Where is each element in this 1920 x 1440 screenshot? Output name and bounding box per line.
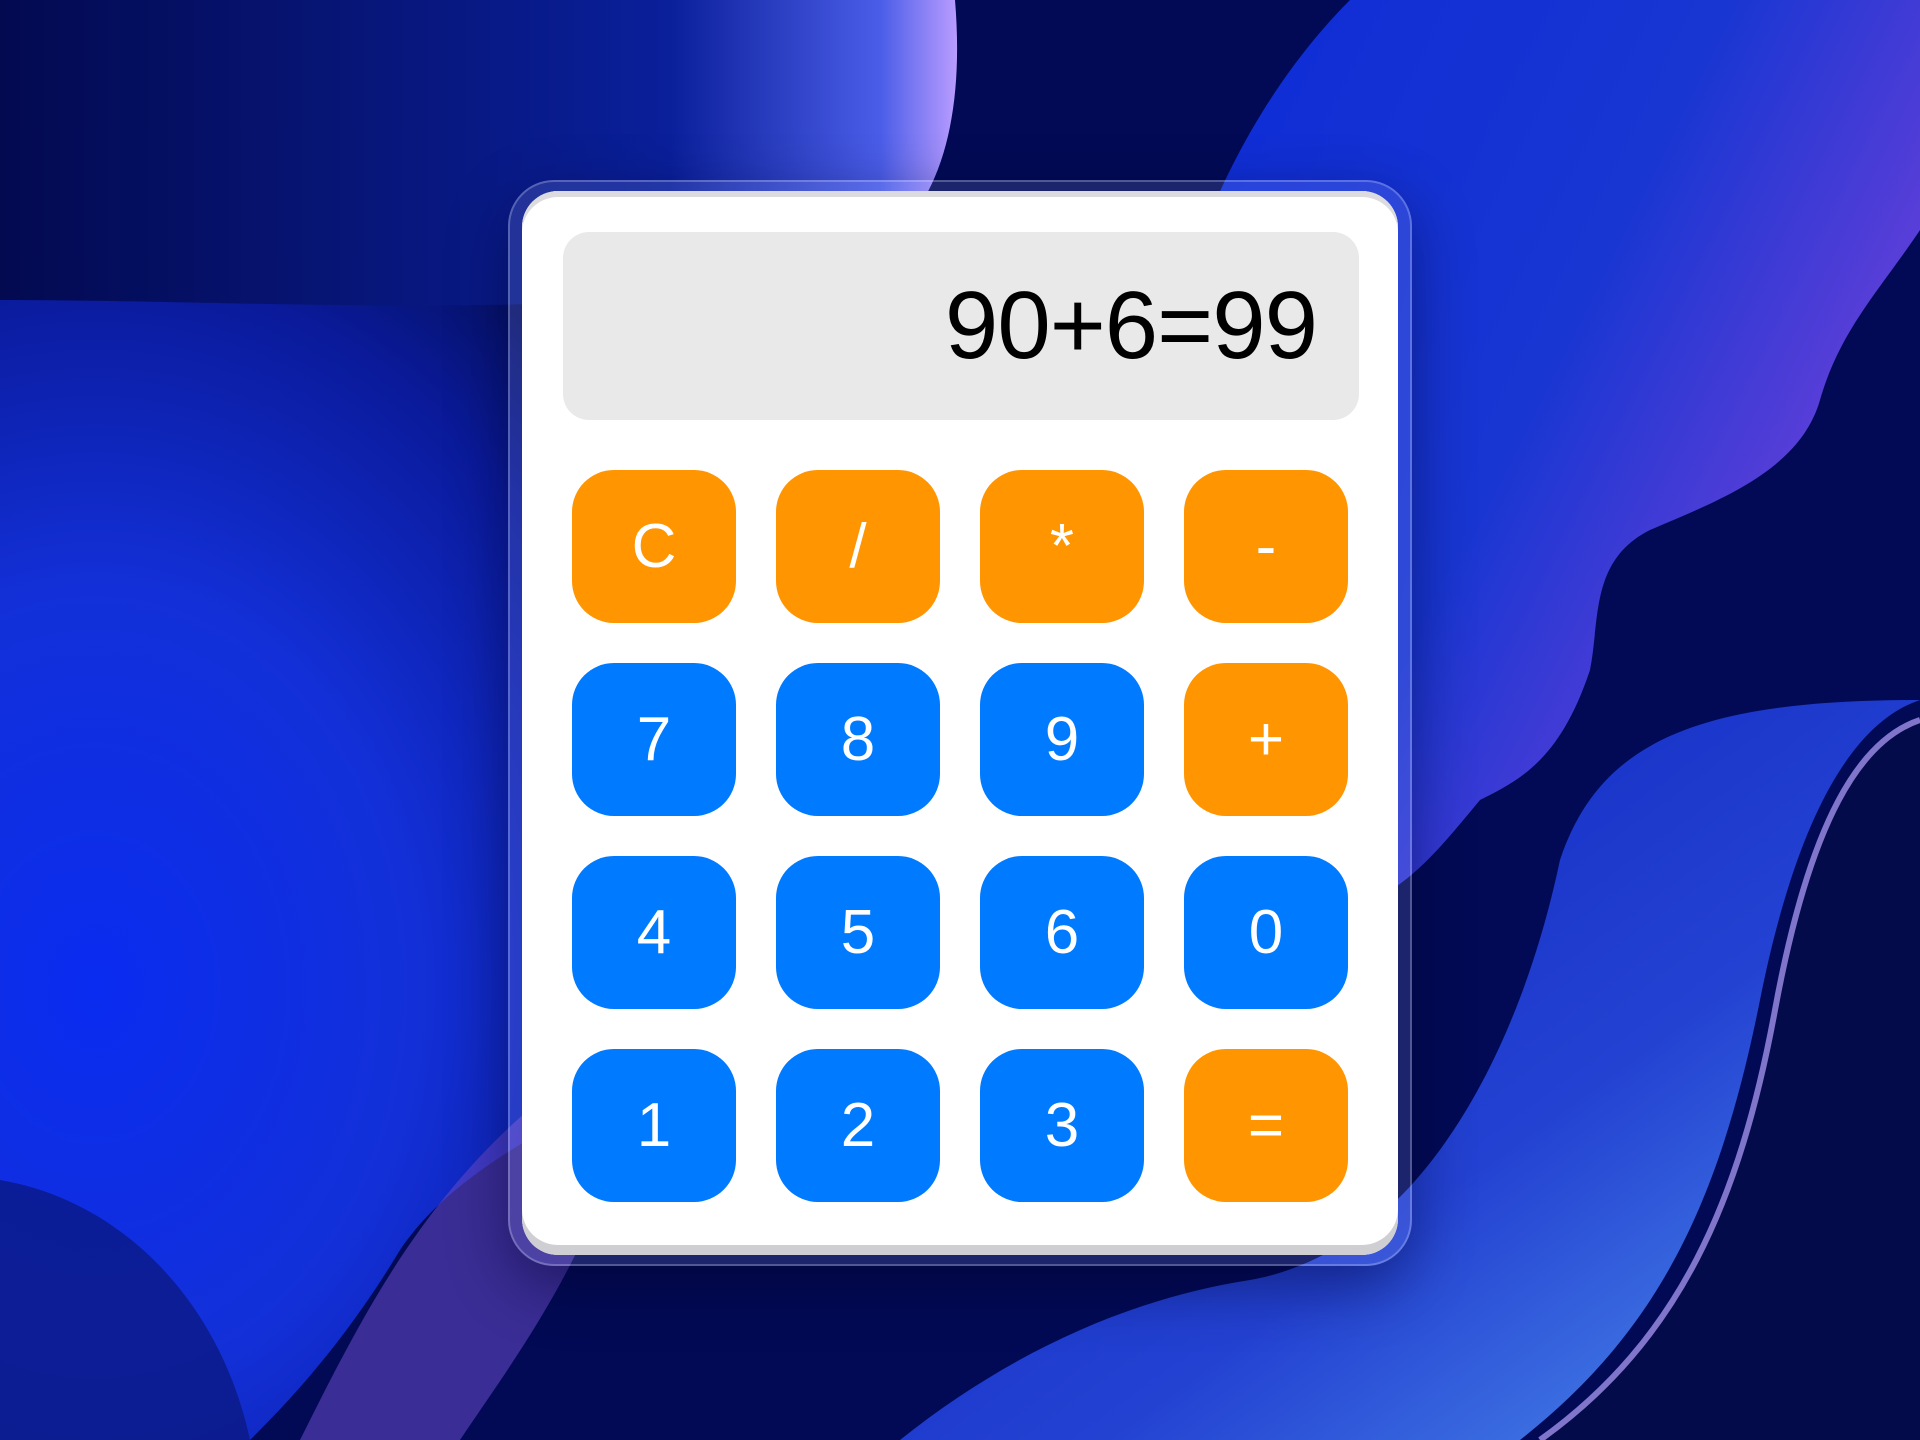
digit-6-button[interactable]: 6: [980, 856, 1144, 1009]
digit-1-button[interactable]: 1: [572, 1049, 736, 1202]
add-button[interactable]: +: [1184, 663, 1348, 816]
equals-button[interactable]: =: [1184, 1049, 1348, 1202]
display-value: 90+6=99: [944, 272, 1318, 379]
keypad: C / * - 7 8 9 + 4 5 6 0 1 2 3 =: [572, 470, 1350, 1202]
digit-5-button[interactable]: 5: [776, 856, 940, 1009]
digit-4-button[interactable]: 4: [572, 856, 736, 1009]
digit-0-button[interactable]: 0: [1184, 856, 1348, 1009]
calculator-display: 90+6=99: [563, 232, 1359, 420]
digit-3-button[interactable]: 3: [980, 1049, 1144, 1202]
subtract-button[interactable]: -: [1184, 470, 1348, 623]
digit-7-button[interactable]: 7: [572, 663, 736, 816]
digit-9-button[interactable]: 9: [980, 663, 1144, 816]
clear-button[interactable]: C: [572, 470, 736, 623]
digit-2-button[interactable]: 2: [776, 1049, 940, 1202]
divide-button[interactable]: /: [776, 470, 940, 623]
digit-8-button[interactable]: 8: [776, 663, 940, 816]
multiply-button[interactable]: *: [980, 470, 1144, 623]
